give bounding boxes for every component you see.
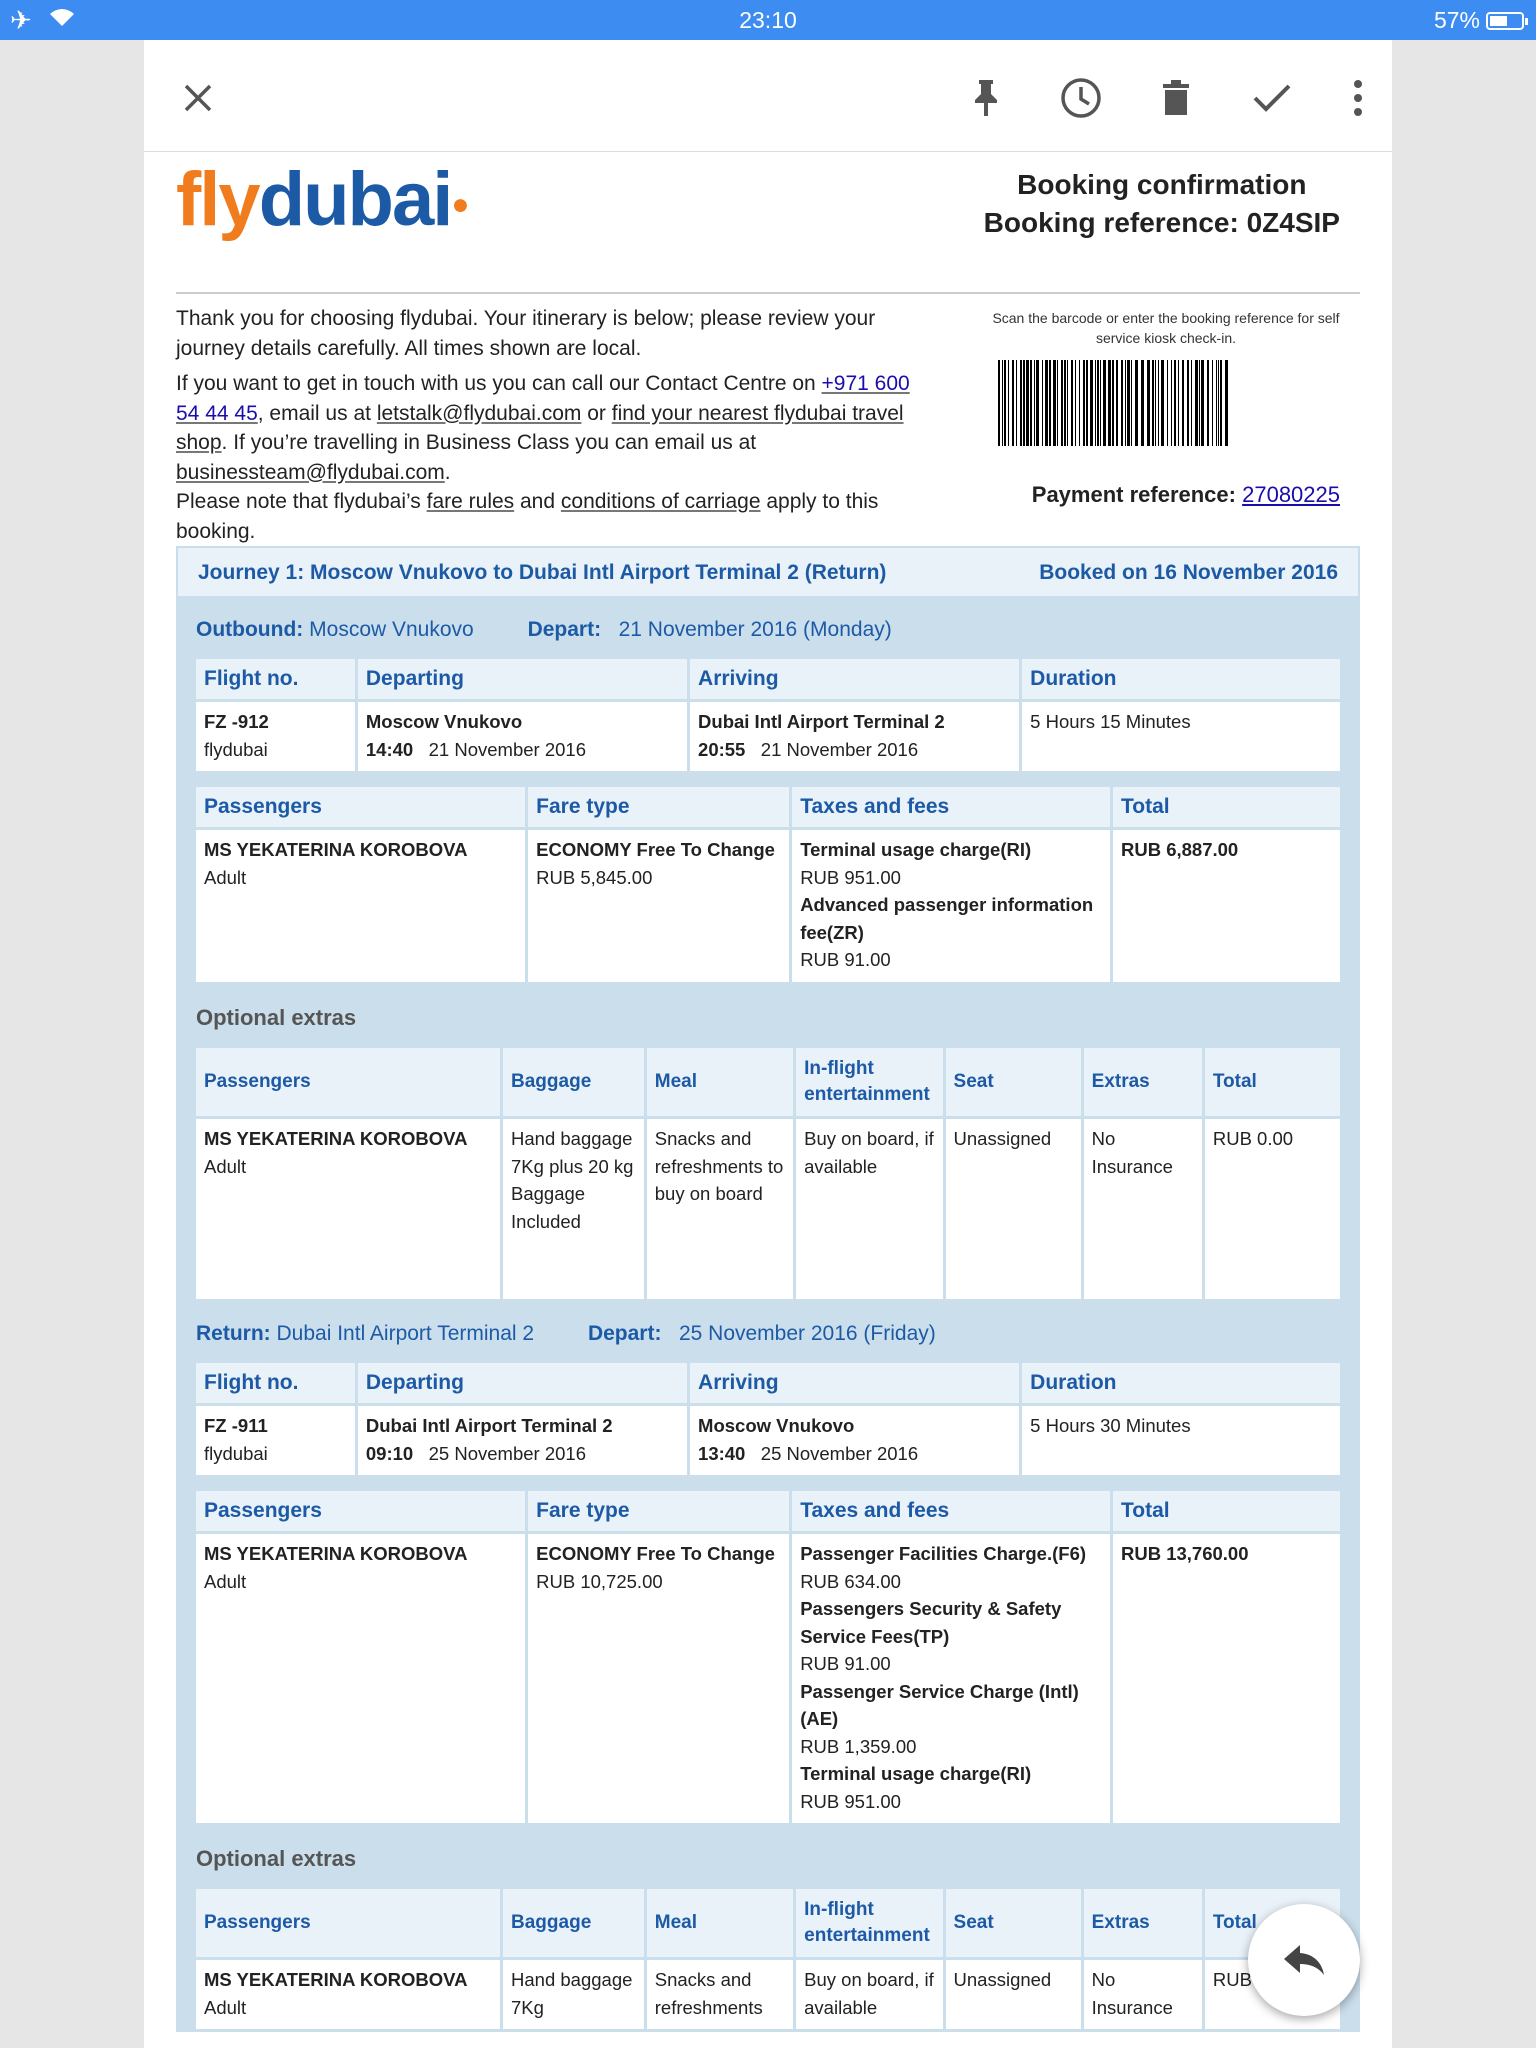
close-icon[interactable] — [176, 76, 220, 120]
return-flight-table: Flight no. Departing Arriving Duration F… — [193, 1360, 1343, 1478]
booking-title: Booking confirmation — [1017, 169, 1307, 200]
table-row: MS YEKATERINA KOROBOVA Adult ECONOMY Free… — [196, 830, 1340, 982]
intro-paragraph-3: Please note that flydubai’s fare rules a… — [176, 490, 879, 543]
scan-instructions: Scan the barcode or enter the booking re… — [992, 310, 1340, 346]
outbound-extras-table: Passengers Baggage Meal In-flight entert… — [193, 1045, 1343, 1302]
journey-title: Journey 1: Moscow Vnukovo to Dubai Intl … — [198, 561, 887, 584]
booking-heading: Booking confirmation Booking reference: … — [984, 166, 1340, 242]
toolbar — [144, 40, 1392, 152]
more-vert-icon[interactable] — [1346, 76, 1370, 120]
battery-percent: 57% — [1433, 7, 1480, 33]
reply-icon — [1284, 1945, 1324, 1975]
intro-text: Thank you for choosing flydubai. Your it… — [176, 304, 936, 546]
table-row: MS YEKATERINA KOROBOVA Adult ECONOMY Free… — [196, 1534, 1340, 1823]
return-heading: Return: Dubai Intl Airport Terminal 2 De… — [196, 1322, 936, 1345]
fare-rules-link[interactable]: fare rules — [427, 490, 515, 513]
email-header: flydubai● Booking confirmation Booking r… — [176, 152, 1360, 294]
reply-button[interactable] — [1248, 1904, 1360, 2016]
booking-reference: Booking reference: 0Z4SIP — [983, 207, 1340, 238]
battery-status: 57% — [1433, 7, 1528, 34]
payment-reference-link[interactable]: 27080225 — [1242, 482, 1340, 507]
trash-icon[interactable] — [1154, 76, 1198, 120]
email-link[interactable]: letstalk@flydubai.com — [377, 402, 582, 425]
intro-paragraph-2: If you want to get in touch with us you … — [176, 372, 910, 484]
table-row: FZ -912 flydubai Moscow Vnukovo 14:40 21 N… — [196, 702, 1340, 771]
itinerary-panel: Outbound: Moscow Vnukovo Depart: 21 Nove… — [176, 598, 1360, 2032]
flight-header: Flight no. — [196, 659, 355, 699]
intro-section: Thank you for choosing flydubai. Your it… — [176, 294, 1360, 546]
return-extras-table: Passengers Baggage Meal In-flight entert… — [193, 1886, 1343, 2032]
outbound-heading: Outbound: Moscow Vnukovo Depart: 21 Nove… — [196, 618, 892, 641]
status-bar: ✈ 23:10 57% — [0, 0, 1536, 40]
arriving-header: Arriving — [690, 659, 1020, 699]
intro-paragraph-1: Thank you for choosing flydubai. Your it… — [176, 307, 876, 360]
outbound-passenger-table: Passengers Fare type Taxes and fees Tota… — [193, 784, 1343, 985]
business-email-link[interactable]: businessteam@flydubai.com — [176, 461, 445, 484]
booked-date: Booked on 16 November 2016 — [1039, 561, 1338, 584]
table-row: MS YEKATERINA KOROBOVA Adult Hand baggage… — [196, 1119, 1340, 1299]
pin-icon[interactable] — [964, 76, 1008, 120]
table-row: MS YEKATERINA KOROBOVA Adult Hand baggage… — [196, 1960, 1340, 2029]
duration-header: Duration — [1022, 659, 1340, 699]
departing-header: Departing — [357, 659, 688, 699]
journey-banner: Journey 1: Moscow Vnukovo to Dubai Intl … — [176, 546, 1360, 598]
snooze-clock-icon[interactable] — [1059, 76, 1103, 120]
booking-barcode — [998, 360, 1304, 446]
clock: 23:10 — [739, 7, 797, 33]
table-row: FZ -911 flydubai Dubai Intl Airport Termi… — [196, 1406, 1340, 1475]
outbound-flight-table: Flight no. Departing Arriving Duration F… — [193, 656, 1343, 774]
email-body: flydubai● Booking confirmation Booking r… — [176, 152, 1360, 2032]
conditions-link[interactable]: conditions of carriage — [561, 490, 761, 513]
payment-reference: Payment reference: 27080225 — [1031, 482, 1340, 507]
return-passenger-table: Passengers Fare type Taxes and fees Tota… — [193, 1488, 1343, 1826]
optional-extras-label: Optional extras — [196, 1005, 357, 1030]
optional-extras-label: Optional extras — [196, 1846, 357, 1871]
battery-icon — [1486, 11, 1528, 30]
done-check-icon[interactable] — [1250, 76, 1294, 120]
email-view: flydubai● Booking confirmation Booking r… — [144, 40, 1392, 2048]
flydubai-logo: flydubai● — [176, 157, 470, 242]
